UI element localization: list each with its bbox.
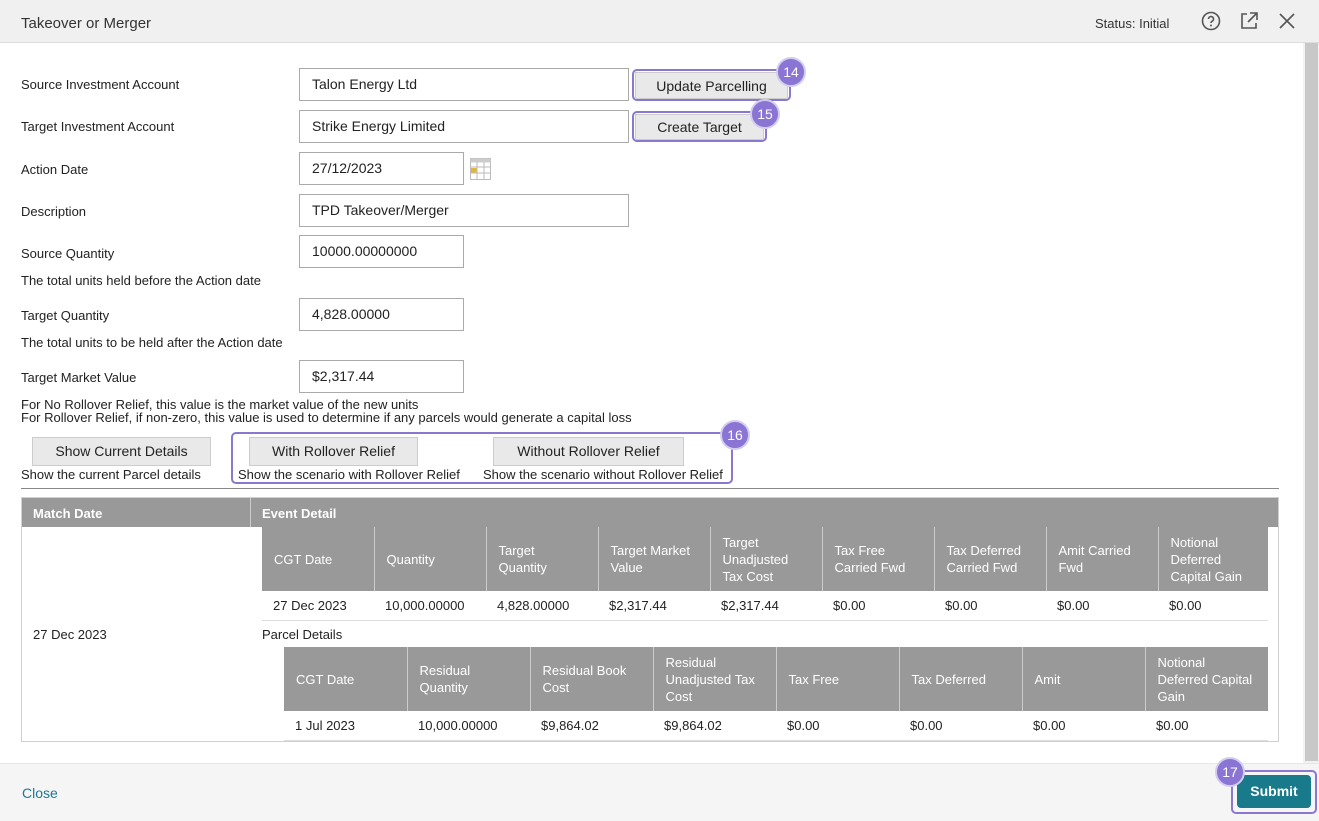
show-current-details-button[interactable]: Show Current Details <box>32 437 211 466</box>
step-badge-17: 17 <box>1215 757 1245 787</box>
step-badge-14: 14 <box>776 57 806 87</box>
parcel-col-header: Amit <box>1022 647 1146 711</box>
calendar-icon[interactable] <box>470 158 491 180</box>
parcel-col-header: Residual Book Cost <box>530 647 654 711</box>
without-rollover-hint: Show the scenario without Rollover Relie… <box>483 467 723 482</box>
results-table: Match Date Event Detail 27 Dec 2023 CGT … <box>21 497 1279 742</box>
target-quantity-label: Target Quantity <box>21 308 110 323</box>
close-link[interactable]: Close <box>22 785 58 801</box>
divider <box>21 488 1279 489</box>
table-row: 27 Dec 2023 10,000.00000 4,828.00000 $2,… <box>262 591 1268 621</box>
create-target-button[interactable]: Create Target <box>635 114 764 140</box>
table-cell: 10,000.00000 <box>374 591 486 621</box>
results-table-header: Match Date Event Detail <box>22 498 1278 527</box>
action-date-label: Action Date <box>21 162 89 177</box>
with-rollover-relief-button[interactable]: With Rollover Relief <box>249 437 418 466</box>
table-cell: 27 Dec 2023 <box>262 591 374 621</box>
table-row: 1 Jul 2023 10,000.00000 $9,864.02 $9,864… <box>284 711 1268 741</box>
table-cell: $0.00 <box>1046 591 1158 621</box>
table-cell: $0.00 <box>1022 711 1145 741</box>
parcel-details-table: CGT Date Residual Quantity Residual Book… <box>284 647 1268 741</box>
submit-button[interactable]: Submit <box>1237 775 1311 808</box>
table-cell: $2,317.44 <box>598 591 710 621</box>
show-current-hint: Show the current Parcel details <box>21 467 201 482</box>
target-market-value-label: Target Market Value <box>21 370 137 385</box>
dialog-title: Takeover or Merger <box>21 15 152 32</box>
scrollbar-thumb[interactable] <box>1305 43 1318 761</box>
parcel-details-label: Parcel Details <box>262 627 343 642</box>
event-col-header: Target Market Value <box>598 527 711 591</box>
external-link-icon[interactable] <box>1238 10 1260 32</box>
source-quantity-label: Source Quantity <box>21 246 115 261</box>
event-col-header: Quantity <box>374 527 487 591</box>
scrollbar[interactable] <box>1303 43 1319 763</box>
table-cell: $9,864.02 <box>530 711 653 741</box>
without-rollover-relief-button[interactable]: Without Rollover Relief <box>493 437 684 466</box>
target-quantity-hint: The total units to be held after the Act… <box>21 335 283 350</box>
event-col-header: Amit Carried Fwd <box>1046 527 1159 591</box>
table-cell: $0.00 <box>1145 711 1268 741</box>
col-event-detail: Event Detail <box>262 506 337 521</box>
table-cell: $0.00 <box>822 591 934 621</box>
parcel-col-header: Tax Free <box>776 647 900 711</box>
table-cell: $0.00 <box>1158 591 1268 621</box>
event-detail-table: CGT Date Quantity Target Quantity Target… <box>262 527 1268 621</box>
update-parcelling-button[interactable]: Update Parcelling <box>635 72 788 99</box>
parcel-col-header: CGT Date <box>284 647 408 711</box>
with-rollover-hint: Show the scenario with Rollover Relief <box>238 467 460 482</box>
table-cell: $9,864.02 <box>653 711 776 741</box>
event-col-header: Target Quantity <box>486 527 599 591</box>
target-market-value-input[interactable]: $2,317.44 <box>299 360 464 393</box>
target-quantity-input[interactable]: 4,828.00000 <box>299 298 464 331</box>
step-badge-16: 16 <box>720 420 750 450</box>
source-quantity-hint: The total units held before the Action d… <box>21 273 261 288</box>
dialog-header: Takeover or Merger Status: Initial <box>0 0 1319 43</box>
source-account-input[interactable]: Talon Energy Ltd <box>299 68 629 101</box>
step-badge-15: 15 <box>750 99 780 129</box>
description-label: Description <box>21 204 87 219</box>
action-date-input[interactable]: 27/12/2023 <box>299 152 464 185</box>
table-cell: $0.00 <box>934 591 1046 621</box>
close-icon[interactable] <box>1276 10 1298 32</box>
event-col-header: Tax Deferred Carried Fwd <box>934 527 1047 591</box>
table-cell: $0.00 <box>899 711 1022 741</box>
match-date-value: 27 Dec 2023 <box>33 627 107 642</box>
event-col-header: Notional Deferred Capital Gain <box>1158 527 1268 591</box>
table-cell: $2,317.44 <box>710 591 822 621</box>
parcel-col-header: Tax Deferred <box>899 647 1023 711</box>
parcel-col-header: Residual Unadjusted Tax Cost <box>653 647 777 711</box>
target-account-input[interactable]: Strike Energy Limited <box>299 110 629 143</box>
dialog-footer: Close <box>0 763 1319 821</box>
parcel-col-header: Residual Quantity <box>407 647 531 711</box>
table-cell: 4,828.00000 <box>486 591 598 621</box>
target-account-label: Target Investment Account <box>21 119 175 134</box>
col-match-date: Match Date <box>33 506 103 521</box>
table-cell: 1 Jul 2023 <box>284 711 407 741</box>
market-value-hint-2: For Rollover Relief, if non-zero, this v… <box>21 410 632 425</box>
event-col-header: Target Unadjusted Tax Cost <box>710 527 823 591</box>
event-col-header: CGT Date <box>262 527 375 591</box>
parcel-col-header: Notional Deferred Capital Gain <box>1145 647 1268 711</box>
event-col-header: Tax Free Carried Fwd <box>822 527 935 591</box>
help-circle-icon[interactable] <box>1200 10 1222 32</box>
source-account-label: Source Investment Account <box>21 77 180 92</box>
table-cell: 10,000.00000 <box>407 711 530 741</box>
source-quantity-input[interactable]: 10000.00000000 <box>299 235 464 268</box>
description-input[interactable]: TPD Takeover/Merger <box>299 194 629 227</box>
status-label: Status: Initial <box>1095 16 1170 31</box>
table-cell: $0.00 <box>776 711 899 741</box>
